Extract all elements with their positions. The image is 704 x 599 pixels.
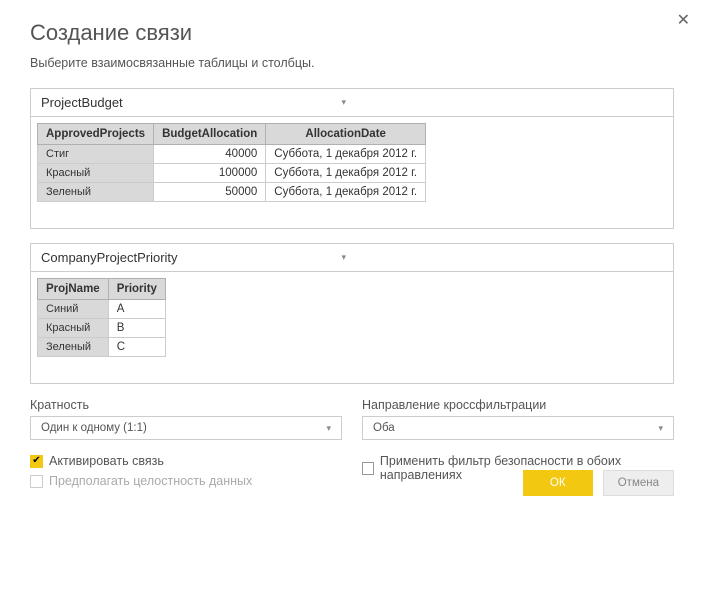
- chevron-down-icon: ▾: [658, 423, 663, 434]
- close-icon[interactable]: ✕: [677, 10, 690, 30]
- cell: Суббота, 1 декабря 2012 г.: [266, 183, 426, 202]
- table-row: Зеленый C: [38, 338, 166, 357]
- cell: A: [108, 300, 165, 319]
- cell: Суббота, 1 декабря 2012 г.: [266, 145, 426, 164]
- table-row: Красный 100000 Суббота, 1 декабря 2012 г…: [38, 164, 426, 183]
- cardinality-value: Один к одному (1:1): [41, 422, 147, 434]
- chevron-down-icon: ▾: [326, 423, 331, 434]
- cancel-button[interactable]: Отмена: [603, 470, 674, 496]
- first-table-block: ProjectBudget ▾ ApprovedProjects BudgetA…: [30, 88, 674, 229]
- second-table-select-value: CompanyProjectPriority: [41, 250, 178, 265]
- first-table-select[interactable]: ProjectBudget ▾: [31, 89, 356, 116]
- column-header[interactable]: ProjName: [38, 279, 109, 300]
- table-row: Синий A: [38, 300, 166, 319]
- column-header[interactable]: Priority: [108, 279, 165, 300]
- cell: 50000: [154, 183, 266, 202]
- dialog-title: Создание связи: [30, 20, 674, 46]
- column-header[interactable]: BudgetAllocation: [154, 124, 266, 145]
- cell: C: [108, 338, 165, 357]
- column-header[interactable]: ApprovedProjects: [38, 124, 154, 145]
- activate-relationship-checkbox[interactable]: ✔ Активировать связь: [30, 454, 342, 468]
- checkbox-unchecked-icon: [362, 462, 374, 475]
- cell: Красный: [38, 319, 109, 338]
- cell: Зеленый: [38, 183, 154, 202]
- chevron-down-icon: ▾: [341, 97, 346, 108]
- cell: B: [108, 319, 165, 338]
- first-table-grid: ApprovedProjects BudgetAllocation Alloca…: [37, 123, 426, 202]
- first-table-preview: ApprovedProjects BudgetAllocation Alloca…: [31, 117, 673, 228]
- column-header[interactable]: AllocationDate: [266, 124, 426, 145]
- table-row: Зеленый 50000 Суббота, 1 декабря 2012 г.: [38, 183, 426, 202]
- first-table-select-value: ProjectBudget: [41, 95, 123, 110]
- checkbox-label: Предполагать целостность данных: [49, 474, 252, 488]
- crossfilter-value: Оба: [373, 422, 395, 434]
- cell: Синий: [38, 300, 109, 319]
- chevron-down-icon: ▾: [341, 252, 346, 263]
- table-row: Стиг 40000 Суббота, 1 декабря 2012 г.: [38, 145, 426, 164]
- create-relationship-dialog: ✕ Создание связи Выберите взаимосвязанны…: [0, 0, 704, 512]
- cell: 40000: [154, 145, 266, 164]
- cell: Стиг: [38, 145, 154, 164]
- crossfilter-label: Направление кроссфильтрации: [362, 398, 674, 412]
- dialog-subtitle: Выберите взаимосвязанные таблицы и столб…: [30, 56, 674, 70]
- cardinality-label: Кратность: [30, 398, 342, 412]
- ok-button[interactable]: ОК: [523, 470, 593, 496]
- second-table-select[interactable]: CompanyProjectPriority ▾: [31, 244, 356, 271]
- cardinality-select[interactable]: Один к одному (1:1) ▾: [30, 416, 342, 440]
- cell: Зеленый: [38, 338, 109, 357]
- second-table-preview: ProjName Priority Синий A Красный B Зеле…: [31, 272, 673, 383]
- second-table-grid: ProjName Priority Синий A Красный B Зеле…: [37, 278, 166, 357]
- options-row: Кратность Один к одному (1:1) ▾ Направле…: [30, 398, 674, 440]
- cell: Суббота, 1 декабря 2012 г.: [266, 164, 426, 183]
- dialog-footer: ОК Отмена: [523, 470, 674, 496]
- checkbox-checked-icon: ✔: [30, 455, 43, 468]
- checkbox-label: Активировать связь: [49, 454, 164, 468]
- second-table-block: CompanyProjectPriority ▾ ProjName Priori…: [30, 243, 674, 384]
- assume-integrity-checkbox: Предполагать целостность данных: [30, 474, 342, 488]
- cell: Красный: [38, 164, 154, 183]
- cell: 100000: [154, 164, 266, 183]
- crossfilter-select[interactable]: Оба ▾: [362, 416, 674, 440]
- table-row: Красный B: [38, 319, 166, 338]
- checkbox-unchecked-icon: [30, 475, 43, 488]
